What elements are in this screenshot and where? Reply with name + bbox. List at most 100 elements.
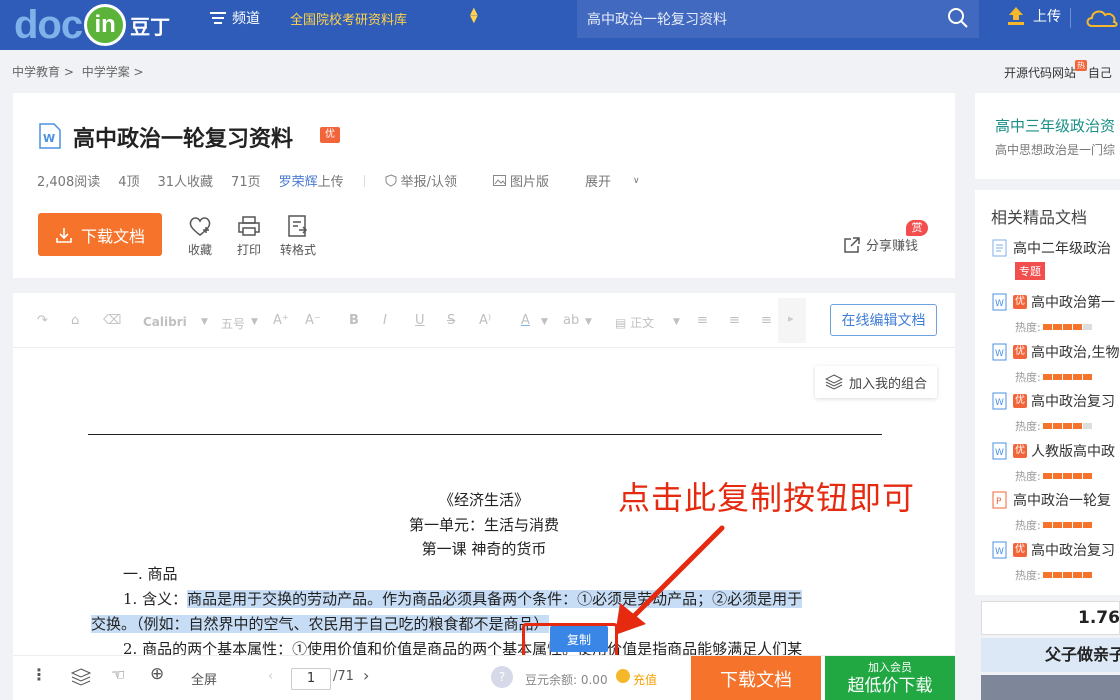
align-left-icon[interactable]: ≡ [697,313,708,328]
related-item-title: 高中政治一轮复 [1013,493,1111,509]
related-item-title: 人教版高中政 [1031,444,1115,460]
sidebar-banner-ad[interactable]: 父子做亲子 [981,638,1120,672]
premium-badge: 优 [1013,444,1027,458]
add-to-collection-button[interactable]: 加入我的组合 [815,366,937,398]
download-button[interactable]: 下载文档 [38,213,162,256]
favorite-count: 31人收藏 [157,175,214,190]
related-item[interactable]: W 优 高中政治,生物 热度: [991,342,1120,385]
print-button[interactable]: 打印 [237,215,261,258]
report-link[interactable]: 举报/认领 [385,171,475,190]
kaoyan-dropdown-icon[interactable]: ▲ ▼ [470,7,478,25]
chevron-down-icon[interactable]: ▼ [541,317,548,327]
related-item[interactable]: W 优 高中政治复习 热度: [991,391,1120,434]
hand-icon[interactable]: ☜ [111,665,125,684]
highlight-icon[interactable]: ab [563,313,579,328]
align-center-icon[interactable]: ≡ [729,313,740,328]
premium-badge: 优 [1013,295,1027,309]
open-source-link[interactable]: 开源代码网站 自己 [1004,64,1112,81]
layers-icon[interactable] [71,668,91,686]
heat-bar [1042,324,1092,330]
search-icon[interactable] [947,7,969,29]
italic-icon[interactable]: I [383,313,387,328]
doc-paragraph[interactable]: 1. 含义：商品是用于交换的劳动产品。作为商品必须具备两个条件：①必须是劳动产品… [123,588,803,609]
online-edit-button[interactable]: 在线编辑文档 [830,304,937,336]
upload-button[interactable]: 上传 [1005,5,1061,27]
sidebar-ad-image[interactable] [981,675,1120,700]
breadcrumb-item[interactable]: 中学教育 > [12,65,74,79]
bottom-download-button[interactable]: 下载文档 [691,656,821,700]
share-earn-button[interactable]: 分享赚钱 [843,235,918,254]
image-version-label: 图片版 [510,175,550,190]
toolbar-scroll-right[interactable]: ▸ [778,298,806,343]
open-source-label: 开源代码网站 [1004,66,1077,80]
related-item[interactable]: W 优 高中政治复习 热度: [991,540,1120,583]
eraser-icon[interactable]: ⌫ [103,313,121,328]
upload-icon [1008,7,1024,25]
kaoyan-library-link[interactable]: 全国院校考研资料库 [290,0,407,36]
vip-download-button[interactable]: 加入会员 超低价下载 [825,656,955,700]
word-file-icon: W [992,541,1007,559]
expand-button[interactable]: 展开 ∨ [585,171,658,190]
align-right-icon[interactable]: ≡ [761,313,772,328]
related-item[interactable]: 高中二年级政治 专题 [991,238,1120,280]
font-color-icon[interactable]: A [521,313,530,328]
next-page-icon[interactable]: › [363,666,369,685]
doc-section-title: 一. 商品 [123,565,178,583]
font-shrink-icon[interactable]: A⁻ [305,313,321,328]
chevron-down-icon[interactable]: ▼ [251,317,258,327]
chevron-down-icon[interactable]: ▼ [585,317,592,327]
underline-icon[interactable]: U [415,313,425,328]
fullscreen-button[interactable]: 全屏 [191,669,217,688]
page-number-input[interactable]: 1 [291,668,331,690]
uploader-link[interactable]: 罗荣辉 [279,171,318,190]
chevron-down-icon[interactable]: ▼ [201,317,208,327]
heat-label: 热度: [1015,371,1041,384]
font-size-select[interactable]: 五号 [221,315,245,332]
superscript-icon[interactable]: A⁾ [479,313,491,328]
help-icon[interactable]: ? [491,666,513,688]
share-icon [844,236,860,253]
recharge-link[interactable]: 充值 [633,671,657,688]
docin-logo[interactable]: doc in 豆丁 [14,0,170,50]
convert-format-button[interactable]: 转格式 [280,215,316,258]
search-input[interactable] [587,11,927,27]
paragraph-style-label: 正文 [630,316,655,330]
copy-button[interactable]: 复制 [550,626,608,652]
zoom-in-icon[interactable]: ⊕ [150,664,164,684]
bold-icon[interactable]: B [349,313,359,328]
font-select[interactable]: Calibri [143,315,187,329]
collect-button[interactable]: 收藏 [188,215,212,258]
channel-menu[interactable]: 频道 [210,0,260,36]
format-painter-icon[interactable]: ⌂ [71,313,79,328]
cloud-icon[interactable] [1084,6,1120,30]
related-item-title: 高中政治复习 [1031,543,1115,559]
vip-label-bottom: 超低价下载 [847,675,933,696]
related-title: 相关精品文档 [991,208,1088,227]
word-file-icon: W [992,442,1007,460]
prev-page-icon[interactable]: ‹ [268,669,273,684]
font-grow-icon[interactable]: A⁺ [273,313,289,328]
premium-badge: 优 [1013,394,1027,408]
strikethrough-icon[interactable]: S [447,313,455,328]
image-version-link[interactable]: 图片版 [493,171,567,190]
reward-badge: 赏 [906,220,928,236]
related-item-title: 高中政治,生物 [1031,345,1120,361]
sidebar-price-ad[interactable]: 1.76 [981,601,1120,635]
word-file-icon: W [992,293,1007,311]
selected-text: 交换。（例如：自然界中的空气、农民用于自己吃的粮食都不是商品） [91,615,549,633]
sidebar-featured[interactable]: 高中三年级政治资 高中思想政治是一门综 [975,93,1120,179]
featured-title: 高中三年级政治资 [995,117,1116,135]
document-info-card: W 高中政治一轮复习资料 优 2,408阅读 4顶 31人收藏 71页 罗荣辉 … [13,93,955,278]
convert-icon [288,215,308,237]
chevron-down-icon[interactable]: ▼ [673,317,680,327]
paragraph-style-select[interactable]: ▤ 正文 [615,314,654,331]
doc-paragraph[interactable]: 交换。（例如：自然界中的空气、农民用于自己吃的粮食都不是商品） [91,613,549,634]
annotation-text: 点击此复制按钮即可 [618,479,916,517]
document-icon [992,239,1007,257]
related-item[interactable]: W 优 高中政治第一 热度: [991,292,1120,335]
more-vertical-icon[interactable]: ⋮ [31,665,47,684]
related-item[interactable]: P 高中政治一轮复 热度: [991,490,1120,533]
breadcrumb-item[interactable]: 中学学案 > [82,65,144,79]
related-item[interactable]: W 优 人教版高中政 热度: [991,441,1120,484]
redo-icon[interactable]: ↷ [37,313,48,328]
